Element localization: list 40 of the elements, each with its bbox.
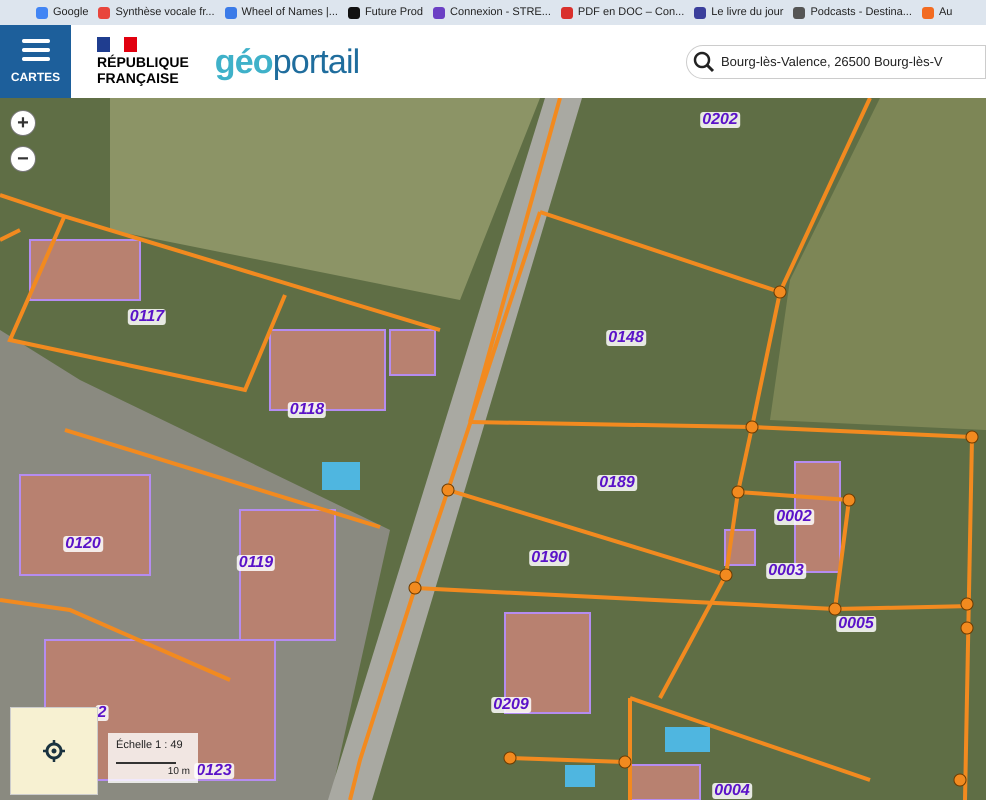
logo: géoportail <box>214 44 360 78</box>
menu-button[interactable]: CARTES <box>0 25 71 98</box>
bookmark-link[interactable]: Au <box>938 4 952 21</box>
parcel-number: 0209 <box>491 697 531 713</box>
swimming-pool <box>322 462 360 490</box>
parcel-number: 0120 <box>63 536 103 552</box>
target-icon <box>43 740 65 762</box>
swimming-pool <box>665 727 710 752</box>
parcel-number: 0002 <box>774 509 814 525</box>
scale-distance: 10 m <box>168 765 190 779</box>
swimming-pool <box>565 765 595 787</box>
parcel-number: 0190 <box>529 550 569 566</box>
bookmark-link[interactable]: Podcasts - Destina... <box>810 4 912 21</box>
bookmark-link[interactable]: Synthèse vocale fr... <box>115 4 215 21</box>
parcel-number: 0123 <box>194 763 234 779</box>
parcel-number: 0118 <box>288 402 326 418</box>
bookmark-link[interactable]: Google <box>53 4 88 21</box>
parcel-number: 0003 <box>766 563 806 579</box>
parcel-number: 0117 <box>128 309 166 325</box>
parcel-number: 0005 <box>836 616 876 632</box>
bookmark-link[interactable]: Connexion - STRE... <box>450 4 551 21</box>
bookmark-link[interactable]: Le livre du jour <box>711 4 784 21</box>
scale-bar <box>116 762 176 764</box>
parcel-number: 0004 <box>712 783 752 799</box>
brand-text: RÉPUBLIQUE <box>97 54 189 70</box>
parcel-number: 0202 <box>700 112 740 128</box>
scale-ratio: Échelle 1 : 49 <box>116 738 184 753</box>
search-icon <box>693 50 715 72</box>
search-field[interactable]: Bourg-lès-Valence, 26500 Bourg-lès-V <box>686 44 986 78</box>
building-outline <box>629 764 701 800</box>
bookmark-link[interactable]: PDF en DOC – Con... <box>578 4 684 21</box>
parcel-number: 0189 <box>597 475 637 491</box>
menu-icon <box>22 38 50 62</box>
bookmark-link[interactable]: Future Prod <box>364 4 424 21</box>
flag-icon <box>97 37 137 52</box>
brand-text: FRANÇAISE <box>97 70 180 86</box>
building-outline <box>389 329 436 376</box>
bookmark-link[interactable]: Wheel of Names |... <box>242 4 338 21</box>
parcel-number: 0119 <box>236 555 276 571</box>
parcel-number: 0148 <box>606 330 646 346</box>
